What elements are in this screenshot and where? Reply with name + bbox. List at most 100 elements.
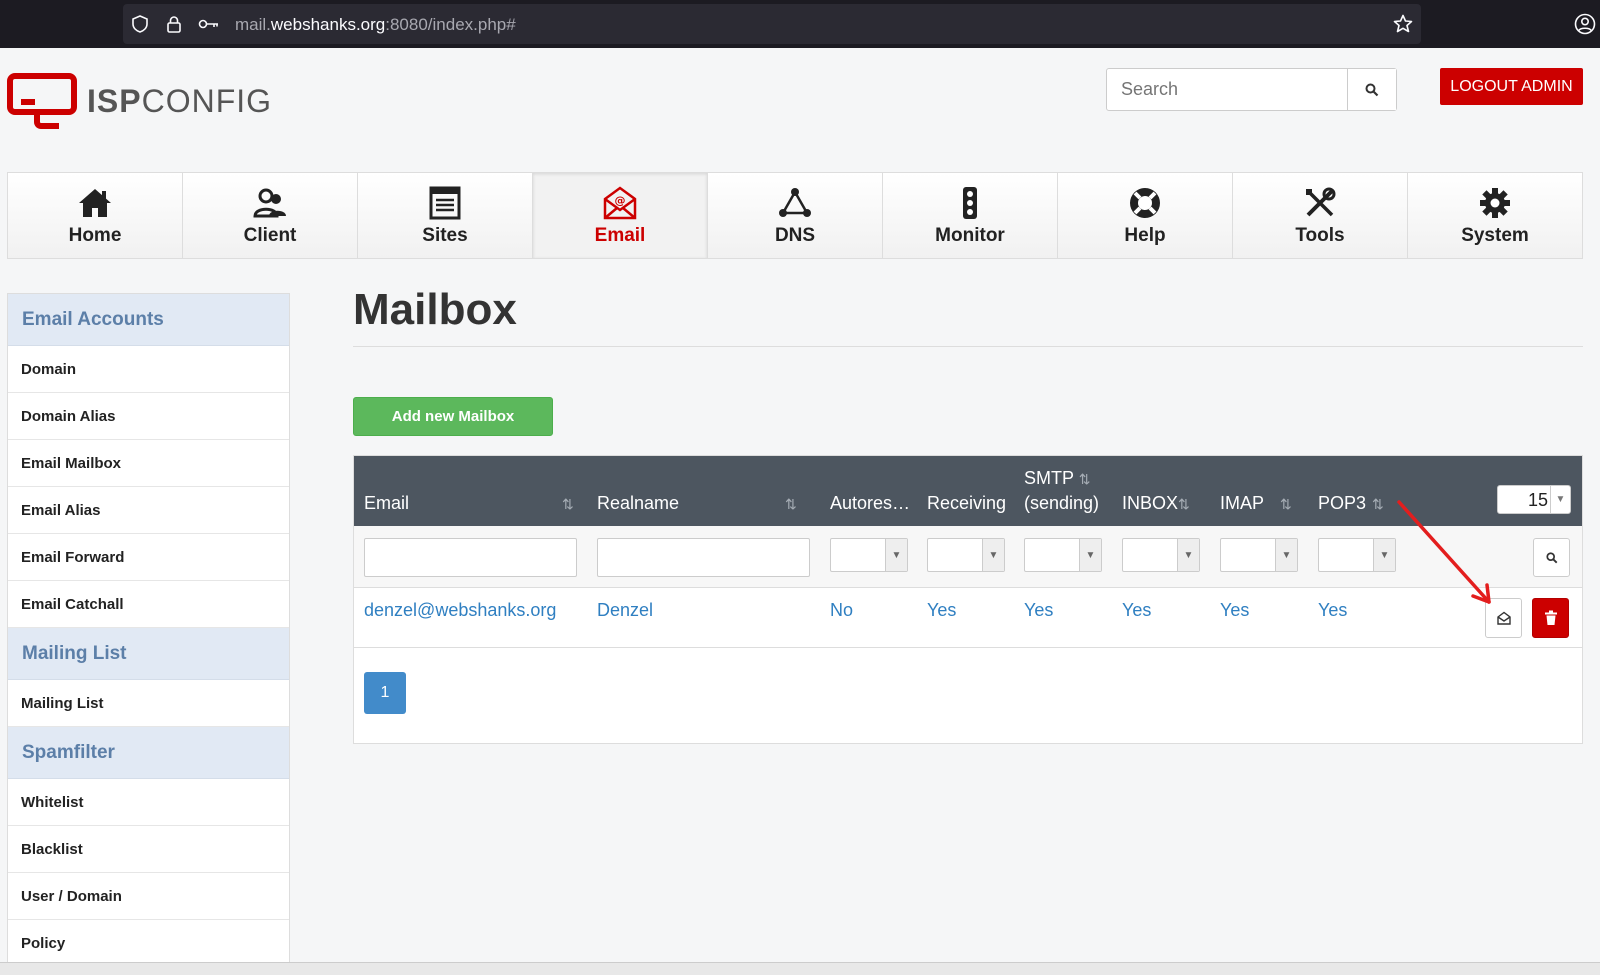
nav-label: Sites [422,224,468,246]
filter-pop3-select[interactable]: ▼ [1318,538,1396,572]
filter-row: ▼ ▼ ▼ ▼ ▼ ▼ [354,526,1582,588]
chevron-down-icon: ▼ [885,539,907,571]
lock-icon [167,16,181,33]
sidebar-item-domain[interactable]: Domain [8,346,289,393]
home-icon [79,188,111,217]
column-inbox[interactable]: INBOX ⇅ [1122,456,1206,526]
address-bar[interactable]: mail.webshanks.org:8080/index.php# [123,4,1421,44]
sidebar-item-domain-alias[interactable]: Domain Alias [8,393,289,440]
dns-icon [779,187,811,217]
search-input[interactable] [1107,69,1353,110]
gear-icon [1480,187,1510,218]
column-imap[interactable]: IMAP ⇅ [1220,456,1304,526]
client-icon [253,188,286,217]
sidebar-section-email-accounts: Email Accounts [8,294,289,346]
nav-sites[interactable]: Sites [358,173,533,258]
column-pop3[interactable]: POP3 ⇅ [1318,456,1402,526]
sidebar-item-email-catchall[interactable]: Email Catchall [8,581,289,628]
cell-pop3[interactable]: Yes [1318,600,1347,621]
chevron-down-icon: ▼ [982,539,1004,571]
shield-icon [132,15,148,33]
sidebar-section-mailing-list: Mailing List [8,628,289,680]
ispconfig-logo[interactable]: ISPCONFIG [7,73,271,129]
cell-realname[interactable]: Denzel [597,600,653,621]
cell-inbox[interactable]: Yes [1122,600,1151,621]
nav-monitor[interactable]: Monitor [883,173,1058,258]
chevron-down-icon: ▼ [1079,539,1101,571]
nav-client[interactable]: Client [183,173,358,258]
filter-smtp-select[interactable]: ▼ [1024,538,1102,572]
add-mailbox-button[interactable]: Add new Mailbox [353,397,553,436]
filter-realname-input[interactable] [597,538,810,577]
sidebar-item-mailing-list[interactable]: Mailing List [8,680,289,727]
monitor-icon [963,186,977,219]
account-icon[interactable] [1574,13,1596,35]
filter-email-input[interactable] [364,538,577,577]
sort-icon: ⇅ [1178,496,1190,512]
filter-autoresponder-select[interactable]: ▼ [830,538,908,572]
logo-monitor-icon [7,73,77,129]
nav-label: Email [594,224,646,246]
cell-receiving[interactable]: Yes [927,600,956,621]
filter-imap-select[interactable]: ▼ [1220,538,1298,572]
per-page-select[interactable]: 15 ▼ [1497,485,1571,514]
delete-mailbox-button[interactable] [1532,598,1569,638]
chevron-down-icon: ▼ [1177,539,1199,571]
nav-system[interactable]: System [1408,173,1582,258]
column-smtp[interactable]: SMTP ⇅ (sending) [1024,456,1114,526]
nav-label: Client [243,224,297,246]
sidebar-item-policy[interactable]: Policy [8,920,289,967]
table-row[interactable]: denzel@webshanks.org Denzel No Yes Yes Y… [354,588,1582,648]
filter-receiving-select[interactable]: ▼ [927,538,1005,572]
chevron-down-icon: ▼ [1373,539,1395,571]
cell-autoresponder[interactable]: No [830,600,853,621]
browser-toolbar: mail.webshanks.org:8080/index.php# [0,0,1600,48]
table-header: Email ⇅ Realname ⇅ Autores… Receiving SM… [354,456,1582,526]
nav-label: Home [68,224,122,246]
url-text: mail.webshanks.org:8080/index.php# [235,15,516,34]
chevron-down-icon: ▼ [1275,539,1297,571]
nav-email[interactable]: @ Email [533,173,708,258]
cell-imap[interactable]: Yes [1220,600,1249,621]
sort-icon: ⇅ [1372,496,1384,512]
nav-label: System [1461,224,1529,246]
column-receiving[interactable]: Receiving [927,456,1011,526]
sidebar-item-user-domain[interactable]: User / Domain [8,873,289,920]
sidebar-item-whitelist[interactable]: Whitelist [8,779,289,826]
help-icon [1130,187,1160,218]
sidebar-item-email-forward[interactable]: Email Forward [8,534,289,581]
nav-label: Monitor [935,224,1005,246]
sidebar-item-email-alias[interactable]: Email Alias [8,487,289,534]
nav-tools[interactable]: Tools [1233,173,1408,258]
logout-button[interactable]: LOGOUT ADMIN [1440,68,1583,105]
column-realname[interactable]: Realname ⇅ [597,456,807,526]
status-bar [0,962,1600,975]
key-icon [198,19,218,29]
bookmark-star-icon[interactable] [1393,14,1413,34]
column-email[interactable]: Email ⇅ [364,456,574,526]
sort-icon: ⇅ [1280,496,1292,512]
cell-email[interactable]: denzel@webshanks.org [364,600,556,621]
search-icon [1545,551,1557,563]
filter-search-button[interactable] [1533,538,1570,577]
filter-inbox-select[interactable]: ▼ [1122,538,1200,572]
logo-text: ISPCONFIG [87,83,273,119]
search-button[interactable] [1347,69,1396,110]
sidebar-item-email-mailbox[interactable]: Email Mailbox [8,440,289,487]
nav-help[interactable]: Help [1058,173,1233,258]
main-nav: Home Client Sites @ Email DNS Monitor He… [7,172,1583,259]
email-icon: @ [603,185,637,219]
envelope-icon [1496,611,1511,625]
cell-smtp[interactable]: Yes [1024,600,1053,621]
nav-label: Tools [1295,224,1345,246]
sort-icon: ⇅ [562,496,574,512]
sidebar-item-blacklist[interactable]: Blacklist [8,826,289,873]
pagination-page-1[interactable]: 1 [364,672,406,714]
nav-home[interactable]: Home [8,173,183,258]
open-mailbox-button[interactable] [1485,598,1522,638]
nav-label: DNS [774,224,816,246]
nav-label: Help [1124,224,1166,246]
nav-dns[interactable]: DNS [708,173,883,258]
sort-icon: ⇅ [785,496,797,512]
column-autoresponder[interactable]: Autores… [830,456,914,526]
